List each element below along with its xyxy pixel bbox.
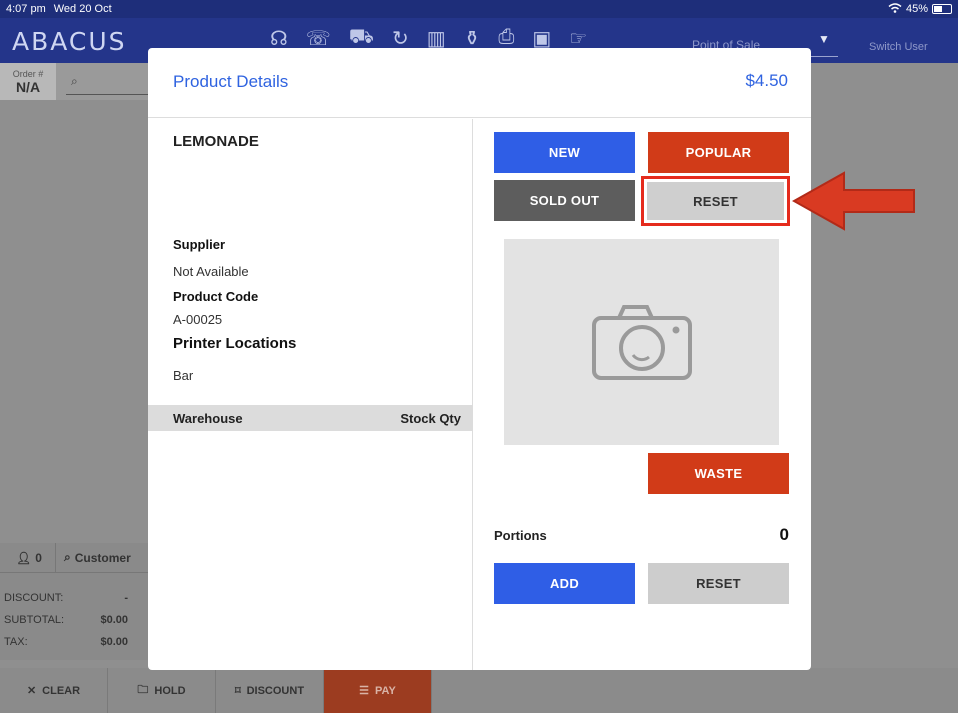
totals: DISCOUNT: - SUBTOTAL: $0.00 TAX: $0.00 — [4, 587, 128, 653]
product-name: LEMONADE — [173, 133, 259, 150]
guest-count: 0 — [35, 550, 42, 565]
totals-value: $0.00 — [100, 614, 128, 626]
pay-button[interactable]: ☰ PAY — [324, 668, 432, 713]
totals-value: $0.00 — [100, 636, 128, 648]
portions-label: Portions — [494, 528, 547, 543]
bottom-action-bar: ✕ CLEAR 🗀︎ HOLD ⌑ DISCOUNT ☰ PAY — [0, 668, 958, 713]
sold-out-button[interactable]: SOLD OUT — [494, 180, 635, 221]
printer-locations-label: Printer Locations — [173, 335, 297, 352]
discount-button[interactable]: ⌑ DISCOUNT — [216, 668, 324, 713]
battery-icon — [932, 4, 952, 14]
customer-button[interactable]: ⌕ Customer — [56, 550, 131, 565]
waste-button[interactable]: WASTE — [648, 453, 789, 494]
totals-value: - — [124, 592, 128, 604]
totals-label: SUBTOTAL: — [4, 614, 65, 626]
close-icon: ✕ — [26, 685, 37, 697]
supplier-value: Not Available — [173, 264, 249, 279]
reset-portions-button[interactable]: RESET — [648, 563, 789, 604]
arrow-icon — [792, 171, 915, 231]
folder-icon: 🗀︎ — [137, 684, 149, 696]
search-input[interactable]: ⌕ — [56, 63, 148, 100]
chevron-down-icon[interactable]: ▼ — [818, 32, 830, 46]
popular-button[interactable]: POPULAR — [648, 132, 789, 173]
totals-row: DISCOUNT: - — [4, 587, 128, 609]
reset-status-button[interactable]: RESET — [647, 182, 784, 220]
order-number-value: N/A — [15, 79, 41, 95]
person-icon: 👤︎ — [16, 550, 32, 565]
status-bar: 4:07 pm Wed 20 Oct 45% — [0, 0, 958, 18]
clear-button[interactable]: ✕ CLEAR — [0, 668, 108, 713]
order-summary: 👤︎ 0 ⌕ Customer DISCOUNT: - SUBTOTAL: $0… — [0, 543, 148, 660]
highlight-box: RESET — [641, 176, 790, 226]
product-code-value: A-00025 — [173, 312, 223, 327]
product-image-placeholder[interactable] — [504, 239, 779, 445]
wifi-icon — [888, 2, 902, 16]
totals-row: SUBTOTAL: $0.00 — [4, 609, 128, 631]
product-info-panel: LEMONADE Supplier Not Available Product … — [148, 119, 473, 670]
totals-label: TAX: — [4, 636, 28, 648]
totals-row: TAX: $0.00 — [4, 631, 128, 653]
pay-label: PAY — [375, 684, 396, 697]
app-logo: ABACUS — [12, 27, 127, 56]
search-icon: ⌕ — [64, 550, 71, 564]
printer-locations-value: Bar — [173, 368, 194, 383]
totals-label: DISCOUNT: — [4, 592, 64, 604]
product-price: $4.50 — [745, 71, 788, 90]
clear-label: CLEAR — [42, 684, 81, 697]
customer-label: Customer — [74, 550, 131, 565]
warehouse-column-header: Warehouse — [173, 410, 243, 426]
status-date: Wed 20 Oct — [53, 3, 112, 15]
product-details-dialog: Product Details $4.50 LEMONADE Supplier … — [148, 48, 811, 670]
stock-qty-column-header: Stock Qty — [400, 410, 461, 426]
new-button[interactable]: NEW — [494, 132, 635, 173]
supplier-label: Supplier — [173, 237, 226, 252]
product-code-label: Product Code — [173, 289, 259, 304]
order-number-label: Order # — [12, 69, 44, 79]
portions-value: 0 — [779, 525, 789, 544]
camera-icon — [591, 305, 692, 380]
order-number: Order # N/A — [0, 63, 56, 100]
dialog-header: Product Details $4.50 — [148, 48, 811, 118]
hold-label: HOLD — [154, 684, 186, 697]
hold-button[interactable]: 🗀︎ HOLD — [108, 668, 216, 713]
dialog-title: Product Details — [173, 72, 289, 91]
tag-icon: ⌑ — [234, 685, 241, 697]
warehouse-table-header: Warehouse Stock Qty — [148, 405, 473, 431]
guest-customer-row: 👤︎ 0 ⌕ Customer — [0, 543, 148, 573]
battery-percent: 45% — [905, 3, 928, 15]
search-icon: ⌕ — [71, 74, 78, 88]
guest-count-button[interactable]: 👤︎ 0 — [0, 543, 56, 572]
discount-label: DISCOUNT — [246, 684, 305, 697]
status-time: 4:07 pm — [6, 3, 46, 15]
product-actions-panel: NEW POPULAR SOLD OUT RESET WASTE Portion… — [474, 119, 811, 670]
add-button[interactable]: ADD — [494, 563, 635, 604]
switch-user-button[interactable]: Switch User — [869, 41, 928, 53]
cash-icon: ☰ — [359, 685, 370, 697]
